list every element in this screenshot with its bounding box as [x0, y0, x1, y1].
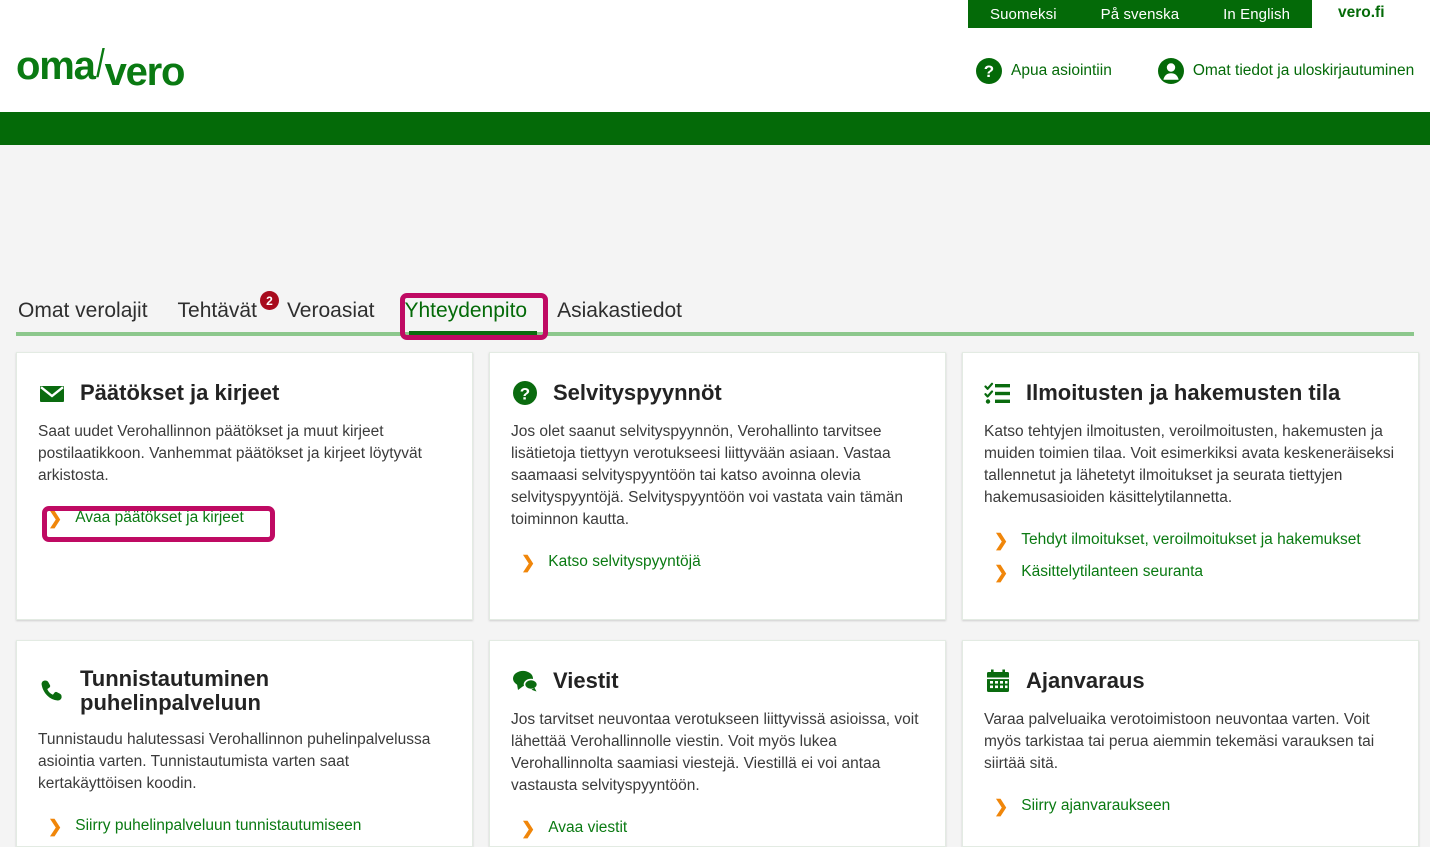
card-description: Jos tarvitset neuvontaa verotukseen liit… — [511, 709, 923, 797]
card-links: ❯ Siirry ajanvaraukseen — [984, 793, 1396, 819]
card-description: Tunnistaudu halutessasi Verohallinnon pu… — [38, 729, 450, 795]
tab-label: Asiakastiedot — [557, 299, 682, 322]
chevron-right-icon: ❯ — [521, 554, 535, 571]
card-description: Jos olet saanut selvityspyynnön, Verohal… — [511, 421, 923, 531]
link-label: Tehdyt ilmoitukset, veroilmoitukset ja h… — [1021, 531, 1360, 549]
tabs-divider — [16, 332, 1414, 336]
calendar-icon — [984, 667, 1012, 695]
card-links: ❯ Siirry puhelinpalveluun tunnistautumis… — [38, 813, 450, 839]
logo-text-vero: vero — [105, 52, 185, 92]
phone-icon — [38, 677, 66, 705]
card-header: Viestit — [511, 667, 923, 695]
card-links: ❯ Avaa viestit — [511, 815, 923, 841]
link-label: Katso selvityspyyntöjä — [548, 553, 701, 571]
chevron-right-icon: ❯ — [994, 564, 1008, 581]
section-tabs: Omat verolajit Tehtävät 2 Veroasiat Yhte… — [0, 295, 1430, 335]
card-header: Ajanvaraus — [984, 667, 1396, 695]
language-link-sv[interactable]: På svenska — [1101, 6, 1180, 23]
link-label: Siirry puhelinpalveluun tunnistautumisee… — [75, 817, 361, 835]
card-header: Päätökset ja kirjeet — [38, 379, 450, 407]
service-card-grid: Päätökset ja kirjeet Saat uudet Verohall… — [16, 352, 1416, 847]
utility-links: ? Apua asiointiin Omat tiedot ja uloskir… — [976, 58, 1414, 84]
link-label: Avaa viestit — [548, 819, 627, 837]
link-label: Siirry ajanvaraukseen — [1021, 797, 1170, 815]
tab-label: Omat verolajit — [18, 299, 148, 322]
card-description: Varaa palveluaika verotoimistoon neuvont… — [984, 709, 1396, 775]
card-selvityspyynnot: ? Selvityspyynnöt Jos olet saanut selvit… — [489, 352, 946, 620]
card-description: Katso tehtyjen ilmoitusten, veroilmoitus… — [984, 421, 1396, 509]
card-title: Tunnistautuminen puhelinpalveluun — [80, 667, 450, 715]
person-icon — [1158, 58, 1184, 84]
tab-veroasiat[interactable]: Veroasiat — [285, 295, 377, 333]
checklist-icon — [984, 379, 1012, 407]
card-ajanvaraus: Ajanvaraus Varaa palveluaika verotoimist… — [962, 640, 1419, 847]
link-label: Avaa päätökset ja kirjeet — [75, 509, 244, 527]
tab-asiakastiedot[interactable]: Asiakastiedot — [555, 295, 684, 333]
link-label: Käsittelytilanteen seuranta — [1021, 563, 1203, 581]
card-header: ? Selvityspyynnöt — [511, 379, 923, 407]
question-circle-icon: ? — [511, 379, 539, 407]
link-avaa-viestit[interactable]: ❯ Avaa viestit — [511, 815, 633, 841]
tab-label: Yhteydenpito — [405, 299, 528, 322]
link-tehdyt-ilmoitukset[interactable]: ❯ Tehdyt ilmoitukset, veroilmoitukset ja… — [984, 527, 1367, 553]
card-links: ❯ Katso selvityspyyntöjä — [511, 549, 923, 575]
link-siirry-ajanvaraukseen[interactable]: ❯ Siirry ajanvaraukseen — [984, 793, 1176, 819]
card-links: ❯ Tehdyt ilmoitukset, veroilmoitukset ja… — [984, 527, 1396, 585]
logo-text-oma: oma — [16, 46, 95, 86]
card-header: Ilmoitusten ja hakemusten tila — [984, 379, 1396, 407]
omavero-logo[interactable]: oma/vero — [16, 46, 184, 86]
language-link-en[interactable]: In English — [1223, 6, 1290, 23]
link-siirry-puhelinpalveluun[interactable]: ❯ Siirry puhelinpalveluun tunnistautumis… — [38, 813, 367, 839]
tab-omat-verolajit[interactable]: Omat verolajit — [16, 295, 150, 333]
language-link-fi[interactable]: Suomeksi — [990, 6, 1057, 23]
link-kasittelytilanteen-seuranta[interactable]: ❯ Käsittelytilanteen seuranta — [984, 559, 1209, 585]
tehtavat-count-badge: 2 — [260, 291, 279, 310]
card-title: Päätökset ja kirjeet — [80, 381, 279, 405]
card-title: Ilmoitusten ja hakemusten tila — [1026, 381, 1340, 405]
tab-yhteydenpito[interactable]: Yhteydenpito — [403, 295, 530, 333]
link-katso-selvityspyyntoja[interactable]: ❯ Katso selvityspyyntöjä — [511, 549, 707, 575]
vero-fi-link[interactable]: vero.fi — [1338, 4, 1385, 22]
card-tunnistautuminen-puhelinpalveluun: Tunnistautuminen puhelinpalveluun Tunnis… — [16, 640, 473, 847]
question-mark-icon: ? — [976, 58, 1002, 84]
card-header: Tunnistautuminen puhelinpalveluun — [38, 667, 450, 715]
card-viestit: Viestit Jos tarvitset neuvontaa verotuks… — [489, 640, 946, 847]
top-bar: Suomeksi På svenska In English vero.fi — [0, 0, 1430, 28]
omavero-page: Suomeksi På svenska In English vero.fi o… — [0, 0, 1430, 847]
card-title: Selvityspyynnöt — [553, 381, 722, 405]
help-link[interactable]: ? Apua asiointiin — [976, 58, 1112, 84]
card-description: Saat uudet Verohallinnon päätökset ja mu… — [38, 421, 450, 487]
card-paatokset-ja-kirjeet: Päätökset ja kirjeet Saat uudet Verohall… — [16, 352, 473, 620]
tab-label: Tehtävät — [178, 299, 257, 322]
card-title: Ajanvaraus — [1026, 669, 1145, 693]
svg-text:?: ? — [520, 385, 530, 404]
envelope-icon — [38, 379, 66, 407]
profile-logout-label: Omat tiedot ja uloskirjautuminen — [1193, 62, 1414, 80]
tab-label: Veroasiat — [287, 299, 375, 322]
card-links: ❯ Avaa päätökset ja kirjeet — [38, 505, 450, 531]
primary-navigation-band — [0, 112, 1430, 145]
chevron-right-icon: ❯ — [994, 532, 1008, 549]
link-avaa-paatokset-ja-kirjeet[interactable]: ❯ Avaa päätökset ja kirjeet — [38, 505, 250, 531]
help-link-label: Apua asiointiin — [1011, 62, 1112, 80]
tab-active-indicator — [409, 331, 537, 337]
profile-logout-link[interactable]: Omat tiedot ja uloskirjautuminen — [1158, 58, 1414, 84]
card-ilmoitusten-ja-hakemusten-tila: Ilmoitusten ja hakemusten tila Katso teh… — [962, 352, 1419, 620]
card-title: Viestit — [553, 669, 619, 693]
chevron-right-icon: ❯ — [521, 820, 535, 837]
chevron-right-icon: ❯ — [48, 818, 62, 835]
logo-slash: / — [96, 44, 104, 84]
chevron-right-icon: ❯ — [994, 798, 1008, 815]
tab-tehtavat[interactable]: Tehtävät 2 — [176, 295, 259, 333]
language-switcher: Suomeksi På svenska In English — [968, 0, 1312, 28]
speech-bubbles-icon — [511, 667, 539, 695]
chevron-right-icon: ❯ — [48, 510, 62, 527]
